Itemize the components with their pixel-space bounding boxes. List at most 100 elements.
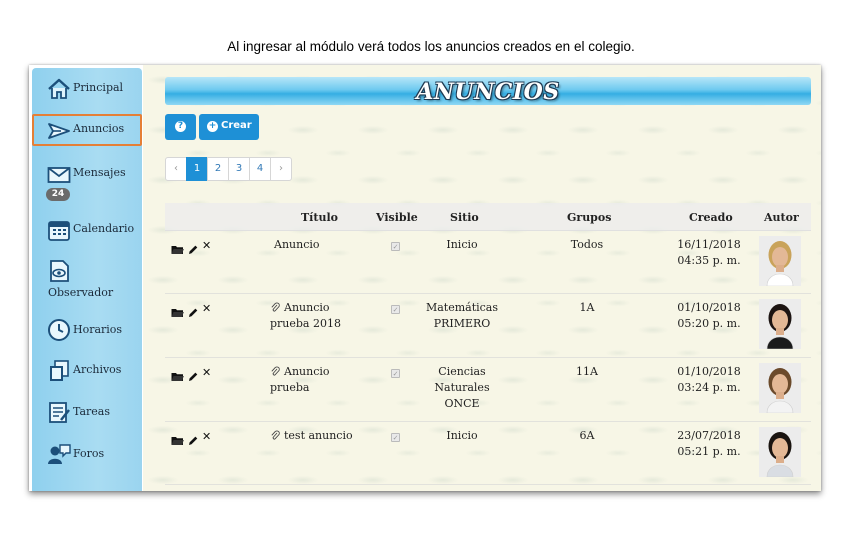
row-site: Matemáticas PRIMERO — [413, 300, 511, 332]
sidebar-item-label: Principal — [73, 81, 124, 94]
eye-document-icon — [50, 260, 69, 282]
clock-icon — [48, 319, 70, 341]
avatar — [759, 363, 801, 413]
row-actions: ✕ — [171, 430, 215, 445]
row-actions: ✕ — [171, 302, 215, 317]
help-icon: ? — [175, 121, 186, 132]
sidebar-item-horarios[interactable]: Horarios — [32, 316, 142, 346]
pagination-page-2[interactable]: 2 — [207, 157, 229, 181]
sidebar-item-tareas[interactable]: Tareas — [32, 398, 142, 428]
forum-icon — [48, 444, 71, 464]
megaphone-icon — [48, 123, 70, 139]
visible-checkbox[interactable]: ✓ — [391, 433, 400, 442]
pencil-icon[interactable] — [188, 367, 198, 386]
row-groups: 6A — [579, 429, 595, 442]
sidebar-item-label: Horarios — [73, 323, 123, 336]
row-title[interactable]: Anuncio — [270, 237, 375, 253]
sidebar-item-label: Anuncios — [73, 122, 125, 135]
row-created: 01/10/2018 03:24 p. m. — [661, 364, 757, 396]
help-button[interactable]: ? — [165, 114, 196, 140]
page-title: ANUNCIOS — [416, 79, 560, 105]
row-title-line1: Anuncio — [284, 301, 330, 314]
row-groups: 1A — [579, 301, 595, 314]
envelope-icon — [47, 167, 71, 183]
sidebar-item-anuncios[interactable]: Anuncios — [32, 114, 142, 146]
folder-icon[interactable] — [171, 367, 184, 386]
pagination-page-1[interactable]: 1 — [186, 157, 208, 181]
pagination-next[interactable]: › — [270, 157, 292, 181]
avatar — [759, 299, 801, 349]
pagination-page-4[interactable]: 4 — [249, 157, 271, 181]
header-creado: Creado — [689, 211, 733, 224]
pagination-prev[interactable]: ‹ — [165, 157, 187, 181]
row-title[interactable]: Anuncio prueba 2018 — [270, 300, 375, 332]
close-icon[interactable]: ✕ — [202, 366, 211, 379]
create-button-label: Crear — [221, 120, 252, 131]
visible-checkbox[interactable]: ✓ — [391, 305, 400, 314]
header-sitio: Sitio — [450, 211, 479, 224]
row-created-time: 04:35 p. m. — [677, 254, 741, 267]
row-title-line1: Anuncio — [274, 238, 320, 251]
row-site-line2: Naturales — [434, 381, 490, 394]
close-icon[interactable]: ✕ — [202, 302, 211, 315]
row-created: 16/11/2018 04:35 p. m. — [661, 237, 757, 269]
row-title[interactable]: test anuncio — [270, 428, 375, 444]
folder-icon[interactable] — [171, 431, 184, 450]
create-button[interactable]: + Crear — [199, 114, 259, 140]
close-icon[interactable]: ✕ — [202, 239, 211, 252]
row-site: Inicio — [413, 237, 511, 253]
page-banner: ANUNCIOS — [165, 77, 811, 105]
paperclip-icon — [271, 430, 280, 440]
table-row: ✕ Anuncio ✓ Inicio Todos 16/11/2018 04:3… — [165, 231, 811, 294]
folder-icon[interactable] — [171, 303, 184, 322]
row-title-line2: prueba 2018 — [270, 317, 341, 330]
row-created-date: 16/11/2018 — [677, 238, 741, 251]
visible-checkbox[interactable]: ✓ — [391, 369, 400, 378]
files-icon — [50, 360, 69, 381]
row-title[interactable]: Anuncio prueba — [270, 364, 375, 396]
folder-icon[interactable] — [171, 240, 184, 259]
row-site: Ciencias Naturales ONCE — [413, 364, 511, 412]
sidebar-item-observador[interactable]: Observador — [32, 258, 142, 302]
row-title-line1: test anuncio — [284, 429, 353, 442]
row-groups: 11A — [576, 365, 598, 378]
row-site-line3: ONCE — [444, 397, 480, 410]
row-created: 01/10/2018 05:20 p. m. — [661, 300, 757, 332]
sidebar-item-archivos[interactable]: Archivos — [32, 357, 142, 387]
row-created-date: 01/10/2018 — [677, 301, 741, 314]
row-title-line2: prueba — [270, 381, 310, 394]
row-created-date: 01/10/2018 — [677, 365, 741, 378]
row-created-time: 05:20 p. m. — [677, 317, 741, 330]
pencil-icon[interactable] — [188, 431, 198, 450]
sidebar-item-calendario[interactable]: Calendario — [32, 216, 142, 246]
unread-count-badge: 24 — [46, 188, 70, 201]
avatar — [759, 427, 801, 477]
row-created-time: 03:24 p. m. — [677, 381, 741, 394]
sidebar-item-label: Foros — [73, 447, 105, 460]
sidebar-item-label: Observador — [48, 286, 114, 299]
visible-checkbox[interactable]: ✓ — [391, 242, 400, 251]
table-row: ✕ test anuncio ✓ Inicio 6A 23/07/2018 05… — [165, 422, 811, 485]
row-site-line1: Matemáticas — [425, 301, 499, 314]
instruction-caption: Al ingresar al módulo verá todos los anu… — [227, 39, 635, 54]
sidebar-item-foros[interactable]: Foros — [32, 440, 142, 470]
table-row: ✕ Anuncio prueba 2018 ✓ Matemáticas PRIM… — [165, 294, 811, 358]
calendar-icon — [48, 221, 70, 241]
app-screenshot: Principal Anuncios Mensajes 24 Calendari… — [29, 65, 821, 491]
row-groups: Todos — [570, 238, 604, 251]
tasks-icon — [49, 402, 70, 423]
pencil-icon[interactable] — [188, 240, 198, 259]
row-site-line1: Ciencias — [438, 365, 486, 378]
row-created: 23/07/2018 05:21 p. m. — [661, 428, 757, 460]
sidebar-item-principal[interactable]: Principal — [32, 76, 142, 106]
sidebar-item-label: Archivos — [73, 363, 122, 376]
pencil-icon[interactable] — [188, 303, 198, 322]
avatar — [759, 236, 801, 286]
header-titulo: Título — [301, 211, 338, 224]
home-icon — [48, 78, 70, 99]
pagination-page-3[interactable]: 3 — [228, 157, 250, 181]
header-grupos: Grupos — [567, 211, 612, 224]
close-icon[interactable]: ✕ — [202, 430, 211, 443]
pagination: ‹ 1 2 3 4 › — [165, 157, 292, 181]
sidebar-item-mensajes[interactable]: Mensajes 24 — [32, 160, 142, 201]
